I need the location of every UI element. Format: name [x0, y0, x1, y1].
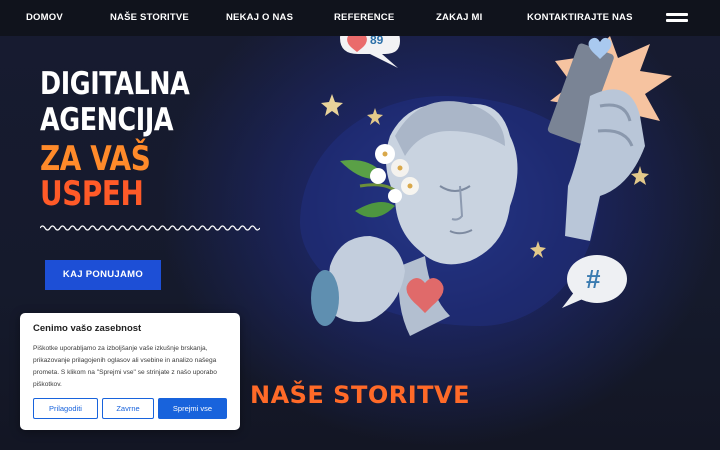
nav-item-reference[interactable]: REFERENCE [334, 0, 394, 36]
star-icon [631, 166, 649, 185]
statue-hand-left [311, 236, 405, 326]
like-bubble: 89 [340, 36, 400, 68]
reject-button[interactable]: Zavrne [102, 398, 154, 419]
hero-title-line-3: ZA VAŠ [40, 139, 151, 179]
hero-illustration: 89 # [311, 36, 672, 336]
top-navigation: DOMOV NAŠE STORITVE NEKAJ O NAS REFERENC… [0, 0, 720, 36]
hashtag-bubble: # [562, 255, 627, 308]
nav-item-zakaj-mi[interactable]: ZAKAJ MI [436, 0, 482, 36]
accept-all-button[interactable]: Sprejmi vse [158, 398, 227, 419]
kaj-ponujamo-button[interactable]: KAJ PONUJAMO [45, 260, 161, 290]
cookie-consent-dialog: Cenimo vašo zasebnost Piškotke uporablja… [20, 313, 240, 430]
hero-title-line-2: AGENCIJA [40, 102, 174, 138]
cookie-dialog-text: Piškotke uporabljamo za izboljšanje vaše… [33, 345, 217, 388]
hamburger-menu-icon[interactable] [666, 13, 688, 24]
like-count: 89 [370, 36, 384, 47]
nav-item-nekaj-o-nas[interactable]: NEKAJ O NAS [226, 0, 293, 36]
star-icon [530, 241, 546, 258]
star-icon [321, 94, 343, 116]
star-icon [367, 108, 383, 125]
wavy-divider [40, 225, 260, 231]
nav-item-kontaktirajte-nas[interactable]: KONTAKTIRAJTE NAS [527, 0, 633, 36]
nav-item-domov[interactable]: DOMOV [26, 0, 63, 36]
hero-title-line-4: USPEH [40, 174, 144, 214]
cookie-dialog-title: Cenimo vašo zasebnost [33, 323, 142, 334]
hashtag-icon: # [586, 264, 601, 294]
hero-title-line-1: DIGITALNA [40, 66, 190, 102]
nav-item-nase-storitve[interactable]: NAŠE STORITVE [110, 0, 189, 36]
customize-button[interactable]: Prilagoditi [33, 398, 98, 419]
statue-head [386, 101, 518, 336]
